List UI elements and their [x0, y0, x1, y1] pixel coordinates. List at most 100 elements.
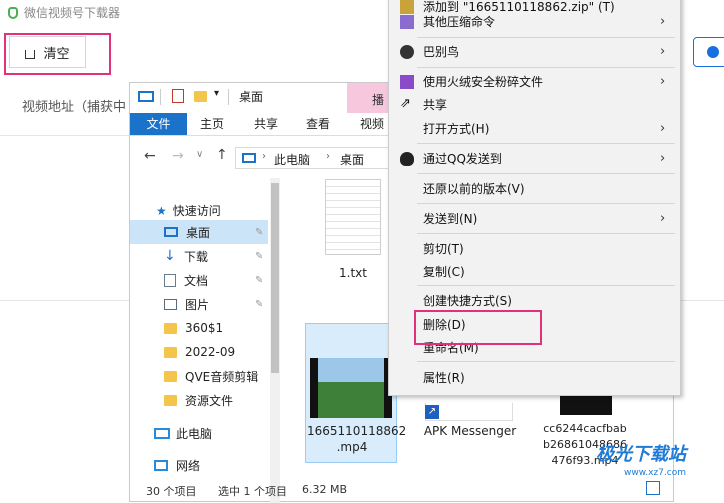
pin-icon: ✎: [255, 226, 264, 238]
nav-item-label: 资源文件: [185, 393, 234, 408]
shortcut-arrow-icon: ↗: [425, 405, 439, 419]
folder-icon: [164, 394, 177, 406]
bird-icon: [400, 45, 414, 59]
nav-item-folder-360[interactable]: 360$1: [130, 316, 268, 340]
delete-highlight: [414, 310, 542, 345]
submenu-chevron-icon: ›: [660, 44, 666, 59]
network-icon: [154, 459, 168, 471]
pin-icon: ✎: [255, 250, 264, 262]
nav-item-folder-qve[interactable]: QVE音频剪辑: [130, 364, 268, 388]
window-title: 桌面: [239, 90, 264, 104]
nav-item-network[interactable]: 网络: [130, 453, 268, 477]
broom-icon: [25, 49, 36, 59]
menu-item-restore-previous[interactable]: 还原以前的版本(V): [389, 177, 680, 201]
submenu-chevron-icon: ›: [660, 121, 666, 136]
github-button[interactable]: [693, 37, 724, 67]
folder-icon: [164, 370, 177, 382]
download-icon: ↓: [164, 248, 176, 264]
pin-icon: ✎: [255, 298, 264, 310]
folder-icon: [164, 322, 177, 334]
menu-separator: [417, 285, 675, 286]
share-icon: ⇗: [400, 96, 411, 111]
menu-item-label: 发送到(N): [423, 212, 478, 226]
up-arrow-icon[interactable]: ↑: [216, 147, 228, 163]
nav-item-folder-resources[interactable]: 资源文件: [130, 388, 268, 412]
menu-item-label: 使用火绒安全粉碎文件: [423, 75, 544, 89]
nav-item-label: 图片: [185, 297, 210, 312]
nav-item-this-pc[interactable]: 此电脑: [130, 421, 268, 445]
menu-item-send-to[interactable]: 发送到(N) ›: [389, 207, 680, 231]
menu-item-open-with[interactable]: 打开方式(H) ›: [389, 117, 680, 141]
recent-locations-icon[interactable]: ∨: [196, 149, 203, 160]
nav-item-downloads[interactable]: ↓ 下载 ✎: [130, 244, 268, 268]
contextual-tab-header: 播: [347, 83, 392, 113]
nav-item-label: 下载: [184, 249, 209, 264]
menu-item-babelbird[interactable]: 巴别鸟 ›: [389, 40, 680, 64]
nav-scrollbar-thumb[interactable]: [271, 183, 279, 373]
status-size: 6.32 MB: [302, 483, 348, 496]
menu-item-label: 复制(C): [423, 265, 465, 279]
nav-item-documents[interactable]: 文档 ✎: [130, 268, 268, 292]
quick-access-toolbar-dropdown-icon[interactable]: ▾: [214, 88, 219, 99]
menu-item-share[interactable]: ⇗ 共享: [389, 93, 680, 117]
tab-share[interactable]: 共享: [244, 113, 288, 135]
new-folder-icon[interactable]: [194, 91, 207, 102]
github-icon: [707, 46, 719, 58]
menu-item-label: 其他压缩命令: [423, 15, 496, 29]
archive-icon: [400, 15, 414, 29]
qq-icon: [400, 152, 414, 166]
nav-item-label: 2022-09: [185, 345, 236, 359]
submenu-chevron-icon: ›: [660, 151, 666, 166]
star-icon: ★: [156, 203, 167, 218]
this-pc-icon: [154, 427, 170, 439]
file-name: APK Messenger: [423, 424, 517, 438]
tab-file[interactable]: 文件: [130, 113, 187, 135]
pin-icon: ✎: [255, 274, 264, 286]
tab-home[interactable]: 主页: [190, 113, 234, 135]
menu-separator: [417, 361, 675, 362]
video-url-label: 视频地址（捕获中: [22, 100, 127, 115]
tab-view[interactable]: 查看: [296, 113, 340, 135]
nav-item-desktop[interactable]: 桌面 ✎: [130, 220, 268, 244]
forward-arrow-icon[interactable]: →: [172, 148, 184, 164]
nav-item-label: 桌面: [186, 225, 211, 240]
menu-item-label: 共享: [423, 98, 448, 112]
file-item[interactable]: ↗ APK Messenger: [424, 393, 521, 453]
divider: [0, 300, 130, 301]
menu-item-other-compress[interactable]: 其他压缩命令 ›: [389, 10, 680, 34]
nav-item-folder-2022[interactable]: 2022-09: [130, 340, 268, 364]
text-file-icon: [325, 179, 381, 255]
nav-item-label: 360$1: [185, 321, 224, 335]
watermark-logo: 极光下载站: [596, 444, 686, 465]
menu-item-huorong-shred[interactable]: 使用火绒安全粉碎文件 ›: [389, 70, 680, 94]
breadcrumb-this-pc[interactable]: 此电脑: [274, 151, 310, 168]
shred-icon: [400, 75, 414, 89]
back-arrow-icon[interactable]: ←: [144, 148, 156, 164]
menu-item-send-via-qq[interactable]: 通过QQ发送到 ›: [389, 147, 680, 171]
app-title: 微信视频号下载器: [24, 6, 121, 20]
divider: [0, 135, 130, 136]
clear-button[interactable]: 清空: [9, 36, 86, 68]
document-icon: [164, 273, 176, 287]
menu-item-properties[interactable]: 属性(R): [389, 366, 680, 390]
menu-item-label: 属性(R): [423, 371, 465, 385]
nav-item-pictures[interactable]: 图片 ✎: [130, 292, 268, 316]
menu-separator: [417, 203, 675, 204]
menu-item-label: 剪切(T): [423, 242, 464, 256]
nav-item-label: 此电脑: [176, 426, 213, 441]
breadcrumb-separator-icon: ›: [326, 151, 330, 162]
view-details-icon[interactable]: [646, 481, 660, 495]
nav-item-label: 文档: [184, 273, 209, 288]
watermark-url: www.xz7.com: [624, 468, 686, 478]
menu-item-cut[interactable]: 剪切(T): [389, 237, 680, 261]
submenu-chevron-icon: ›: [660, 14, 666, 29]
breadcrumb-desktop[interactable]: 桌面: [340, 151, 364, 168]
clear-button-label: 清空: [43, 46, 70, 62]
menu-item-copy[interactable]: 复制(C): [389, 260, 680, 284]
tab-video[interactable]: 视频: [352, 113, 392, 135]
properties-icon[interactable]: [172, 89, 184, 103]
nav-quick-access[interactable]: ★ 快速访问: [156, 202, 221, 219]
file-item[interactable]: 1.txt: [320, 179, 390, 289]
submenu-chevron-icon: ›: [660, 74, 666, 89]
menu-separator: [417, 37, 675, 38]
